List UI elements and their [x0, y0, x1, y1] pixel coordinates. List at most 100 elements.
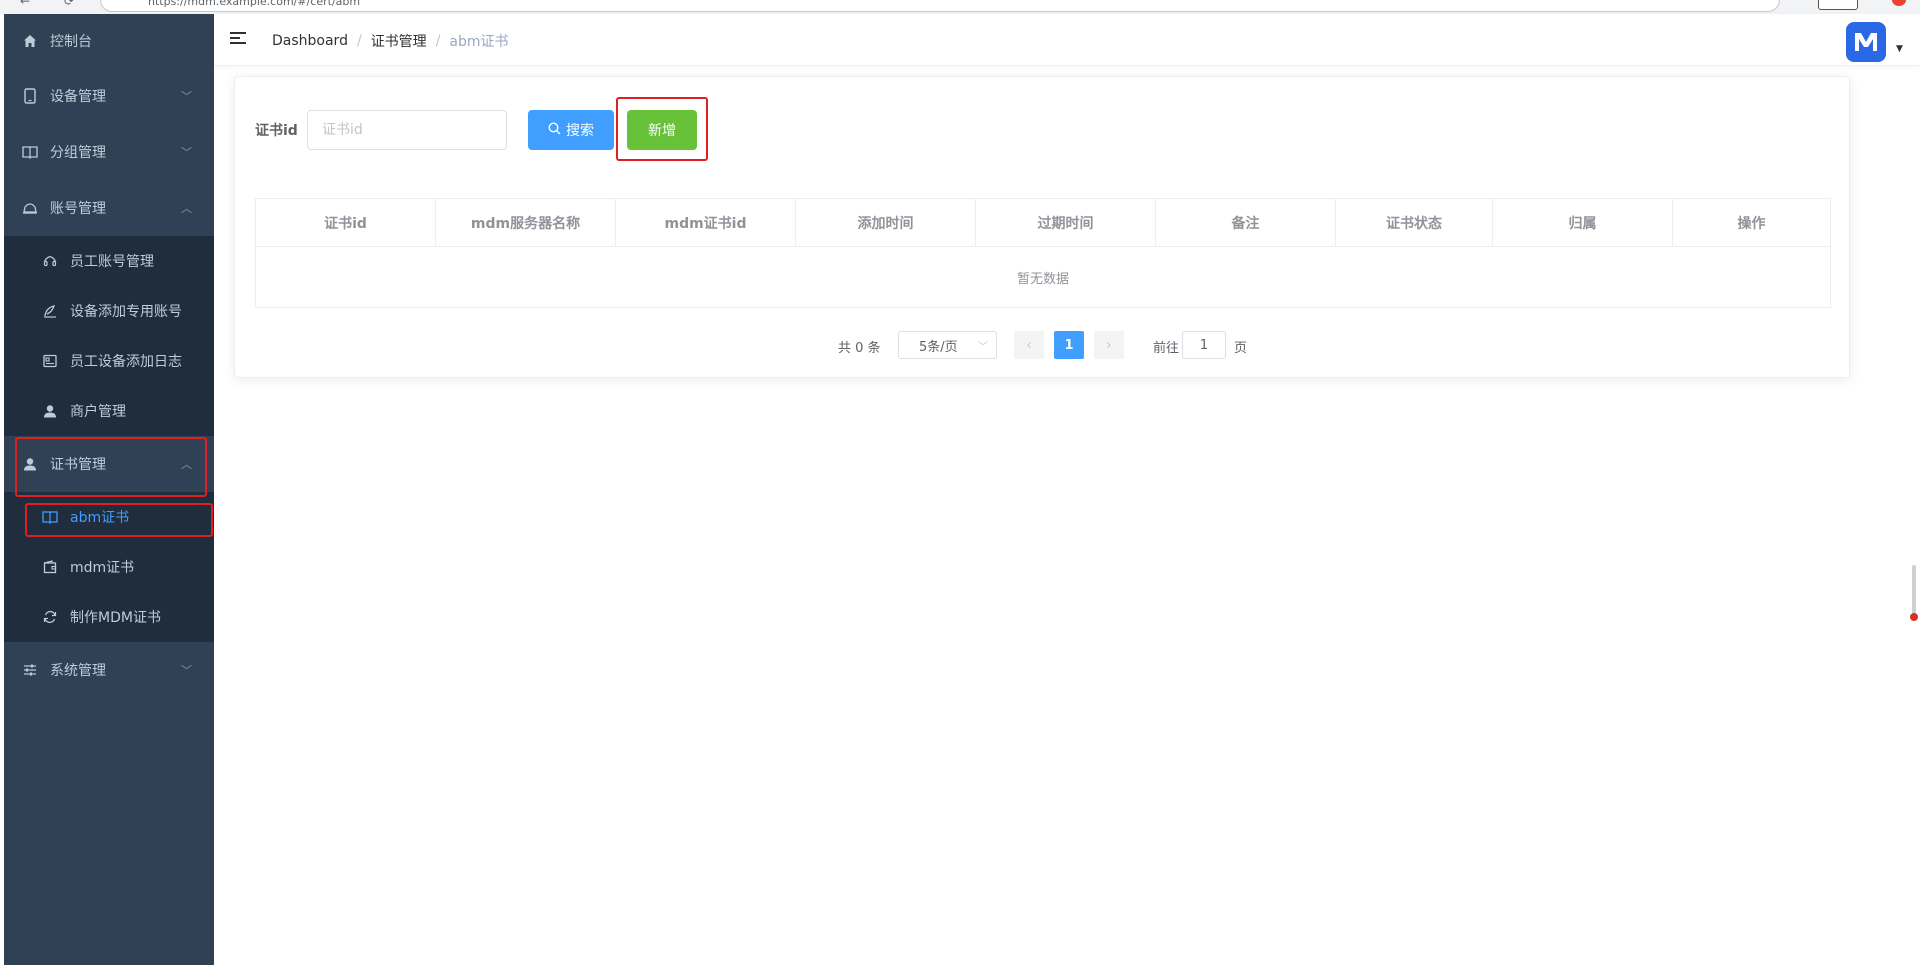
top-navbar: Dashboard / 证书管理 / abm证书 ▼ [214, 14, 1920, 66]
browser-window-button[interactable] [1818, 0, 1858, 10]
sidebar-item-label: 证书管理 [50, 457, 106, 473]
chevron-down-icon: ﹀ [181, 146, 192, 159]
table-header: 证书id mdm服务器名称 mdm证书id 添加时间 过期时间 备注 证书状态 … [256, 199, 1830, 247]
column-header: mdm证书id [616, 199, 796, 246]
sidebar-menu: 控制台 设备管理 ﹀ 分组管理 ﹀ 账号管理 ︿ [4, 14, 214, 236]
hamburger-icon[interactable] [230, 32, 246, 46]
add-button-label: 新增 [648, 123, 676, 139]
column-header: 证书id [256, 199, 436, 246]
pagination: 共 0 条 5条/页 ﹀ ‹ 1 › 前往 页 [235, 331, 1851, 359]
sidebar-item-accounts[interactable]: 账号管理 ︿ [4, 180, 214, 236]
breadcrumb-separator: / [356, 33, 362, 49]
sliders-icon [22, 662, 38, 678]
user-icon [22, 456, 38, 472]
sidebar-item-label: mdm证书 [70, 560, 135, 576]
reload-icon[interactable]: ⟳ [64, 0, 74, 8]
id-card-icon [42, 353, 58, 369]
sidebar-item-certificates[interactable]: 证书管理 ︿ [4, 436, 214, 492]
table-empty-text: 暂无数据 [1016, 271, 1069, 287]
pagination-total: 共 0 条 [838, 341, 881, 356]
chevron-right-icon: › [1106, 337, 1112, 353]
sidebar-menu-system: 系统管理 ﹀ [4, 642, 214, 698]
bell-icon [22, 200, 38, 216]
back-icon[interactable]: ← [20, 0, 30, 8]
feather-icon [42, 303, 58, 319]
sidebar-menu-certs: 证书管理 ︿ [4, 436, 214, 492]
headset-icon [42, 253, 58, 269]
sidebar-item-mdm-cert[interactable]: mdm证书 [4, 542, 214, 592]
scroll-indicator[interactable] [1910, 565, 1918, 621]
chevron-up-icon: ︿ [181, 458, 192, 471]
cert-id-label: 证书id [255, 123, 298, 139]
breadcrumb-dashboard[interactable]: Dashboard [272, 33, 348, 49]
sidebar-item-label: 制作MDM证书 [70, 610, 161, 626]
accounts-submenu: 员工账号管理 设备添加专用账号 员工设备添加日志 商户管理 [4, 236, 214, 436]
sidebar-item-label: 员工账号管理 [70, 254, 154, 270]
sidebar-item-device-add-accounts[interactable]: 设备添加专用账号 [4, 286, 214, 336]
sidebar-item-dashboard[interactable]: 控制台 [4, 14, 214, 68]
sidebar-item-groups[interactable]: 分组管理 ﹀ [4, 124, 214, 180]
page-size-select[interactable]: 5条/页 ﹀ [898, 331, 997, 359]
sidebar-item-employee-accounts[interactable]: 员工账号管理 [4, 236, 214, 286]
sidebar-item-device-add-logs[interactable]: 员工设备添加日志 [4, 336, 214, 386]
sidebar-item-label: 系统管理 [50, 663, 106, 679]
chevron-down-icon: ﹀ [181, 664, 192, 677]
breadcrumb-current: abm证书 [449, 34, 509, 50]
page-size-value: 5条/页 [919, 339, 958, 355]
wallet-icon [42, 559, 58, 575]
content-card: 证书id 搜索 新增 证书id mdm服务器名称 mdm证书id 添加时间 过期… [234, 76, 1850, 378]
browser-strip: ← ⟳ https://mdm.example.com/#/cert/abm [0, 0, 1920, 14]
breadcrumb-separator: / [435, 33, 441, 49]
prev-page-button[interactable]: ‹ [1014, 331, 1044, 359]
chevron-down-icon: ﹀ [181, 90, 192, 103]
sidebar-item-label: 设备管理 [50, 89, 106, 105]
breadcrumb: Dashboard / 证书管理 / abm证书 [272, 31, 509, 51]
chevron-left-icon: ‹ [1026, 337, 1032, 353]
sidebar-item-label: 控制台 [50, 34, 92, 50]
column-header: 归属 [1493, 199, 1673, 246]
book-icon [22, 144, 38, 160]
book-icon [42, 509, 58, 525]
refresh-icon [42, 609, 58, 625]
column-header: mdm服务器名称 [436, 199, 616, 246]
sidebar-item-label: 分组管理 [50, 145, 106, 161]
page-unit-label: 页 [1234, 341, 1248, 356]
search-button-label: 搜索 [566, 123, 594, 139]
breadcrumb-cert-management: 证书管理 [370, 34, 427, 50]
cert-id-input[interactable] [307, 110, 507, 150]
address-bar-text: https://mdm.example.com/#/cert/abm [148, 0, 361, 8]
goto-label: 前往 [1153, 341, 1180, 356]
app-root: ← ⟳ https://mdm.example.com/#/cert/abm 控… [0, 0, 1920, 965]
certs-submenu: abm证书 mdm证书 制作MDM证书 [4, 492, 214, 642]
cert-table: 证书id mdm服务器名称 mdm证书id 添加时间 过期时间 备注 证书状态 … [255, 198, 1831, 308]
column-header: 添加时间 [796, 199, 976, 246]
column-header: 过期时间 [976, 199, 1156, 246]
user-icon [42, 403, 58, 419]
tablet-icon [22, 88, 38, 104]
column-header: 证书状态 [1336, 199, 1493, 246]
column-header: 操作 [1737, 215, 1766, 232]
sidebar-item-devices[interactable]: 设备管理 ﹀ [4, 68, 214, 124]
page-number-current[interactable]: 1 [1054, 331, 1084, 359]
home-icon [22, 33, 38, 49]
caret-down-icon[interactable]: ▼ [1896, 44, 1903, 54]
sidebar-item-abm-cert[interactable]: abm证书 [4, 492, 214, 542]
add-button[interactable]: 新增 [627, 110, 697, 150]
search-icon [548, 121, 561, 139]
sidebar-item-merchants[interactable]: 商户管理 [4, 386, 214, 436]
sidebar-item-label: 账号管理 [50, 201, 106, 217]
avatar[interactable] [1846, 22, 1886, 62]
sidebar-item-system[interactable]: 系统管理 ﹀ [4, 642, 214, 698]
chevron-down-icon: ﹀ [978, 342, 988, 353]
sidebar-item-label: 设备添加专用账号 [70, 304, 182, 320]
sidebar-item-label: 员工设备添加日志 [70, 354, 182, 370]
sidebar-item-label: 商户管理 [70, 404, 126, 420]
column-header: 备注 [1156, 199, 1336, 246]
next-page-button[interactable]: › [1094, 331, 1124, 359]
search-button[interactable]: 搜索 [528, 110, 614, 150]
extension-icon[interactable] [1892, 0, 1906, 6]
sidebar-item-make-mdm-cert[interactable]: 制作MDM证书 [4, 592, 214, 642]
sidebar-item-label: abm证书 [70, 510, 130, 526]
chevron-up-icon: ︿ [181, 202, 192, 215]
goto-page-input[interactable] [1182, 331, 1226, 359]
